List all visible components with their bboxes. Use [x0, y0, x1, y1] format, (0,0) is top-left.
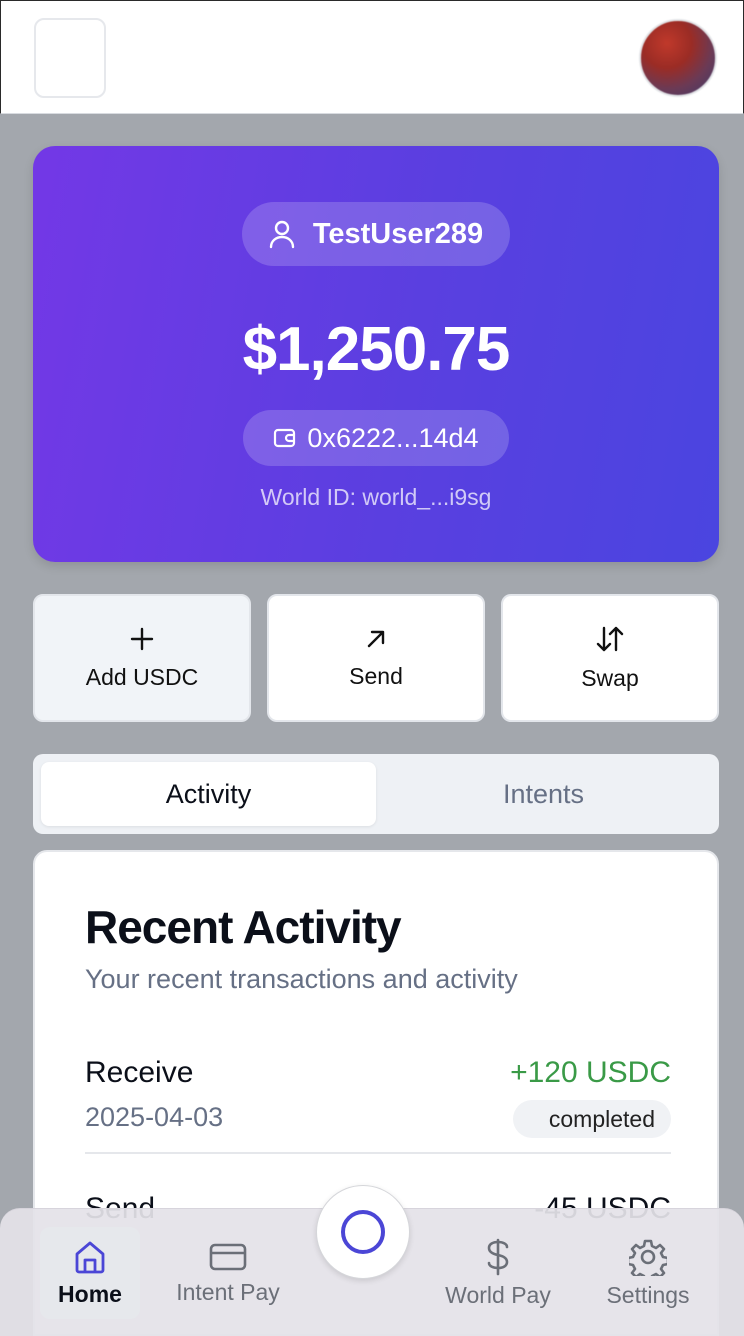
world-app-center-button[interactable] [316, 1185, 410, 1279]
user-icon [269, 220, 295, 249]
wallet-address-pill[interactable]: 0x6222...14d4 [243, 410, 509, 466]
transaction-row[interactable]: Receive 2025-04-03 +120 USDC completed [85, 1056, 671, 1156]
card-subtitle: Your recent transactions and activity [85, 964, 518, 994]
send-button[interactable]: Send [267, 594, 485, 722]
app-logo-placeholder[interactable] [34, 18, 106, 98]
card-title: Recent Activity [85, 901, 402, 953]
nav-settings-label: Settings [606, 1281, 690, 1308]
nav-world-pay-label: World Pay [445, 1281, 551, 1308]
arrow-up-right-icon [367, 630, 385, 647]
transaction-type: Receive [85, 1056, 194, 1089]
tab-activity[interactable]: Activity [41, 762, 376, 826]
username-pill[interactable]: TestUser289 [242, 202, 510, 266]
wallet-icon [274, 428, 296, 448]
avatar[interactable] [639, 19, 717, 97]
nav-intent-pay-label: Intent Pay [176, 1278, 280, 1305]
quick-actions: Add USDC Send Swap [33, 594, 719, 722]
tab-intents[interactable]: Intents [376, 762, 711, 826]
transaction-amount: +120 USDC [510, 1056, 671, 1089]
plus-icon [130, 627, 154, 650]
status-badge: completed [512, 1100, 671, 1138]
swap-label: Swap [581, 664, 639, 691]
world-id: World ID: world_...i9sg [260, 484, 492, 510]
card-icon [209, 1243, 247, 1270]
world-ring-icon [341, 1210, 385, 1254]
username: TestUser289 [312, 217, 484, 250]
add-usdc-button[interactable]: Add USDC [33, 594, 251, 722]
nav-home[interactable]: Home [40, 1227, 140, 1319]
home-icon [75, 1241, 105, 1273]
wallet-address: 0x6222...14d4 [307, 422, 479, 453]
wallet-balance: $1,250.75 [242, 315, 511, 384]
nav-settings[interactable]: Settings [592, 1227, 704, 1319]
nav-home-label: Home [58, 1280, 122, 1307]
activity-tabs: Activity Intents [33, 754, 719, 834]
gear-icon [629, 1239, 667, 1276]
add-usdc-label: Add USDC [85, 663, 199, 690]
nav-world-pay[interactable]: World Pay [436, 1227, 560, 1319]
wallet-card: TestUser289 $1,250.75 0x6222...14d4 Worl… [33, 146, 719, 562]
send-label: Send [349, 662, 403, 689]
nav-intent-pay[interactable]: Intent Pay [160, 1227, 296, 1319]
top-bar [0, 0, 744, 114]
dollar-icon [487, 1238, 509, 1275]
transaction-date: 2025-04-03 [85, 1102, 224, 1132]
swap-button[interactable]: Swap [501, 594, 719, 722]
divider [85, 1152, 671, 1154]
swap-arrows-icon [596, 626, 624, 651]
